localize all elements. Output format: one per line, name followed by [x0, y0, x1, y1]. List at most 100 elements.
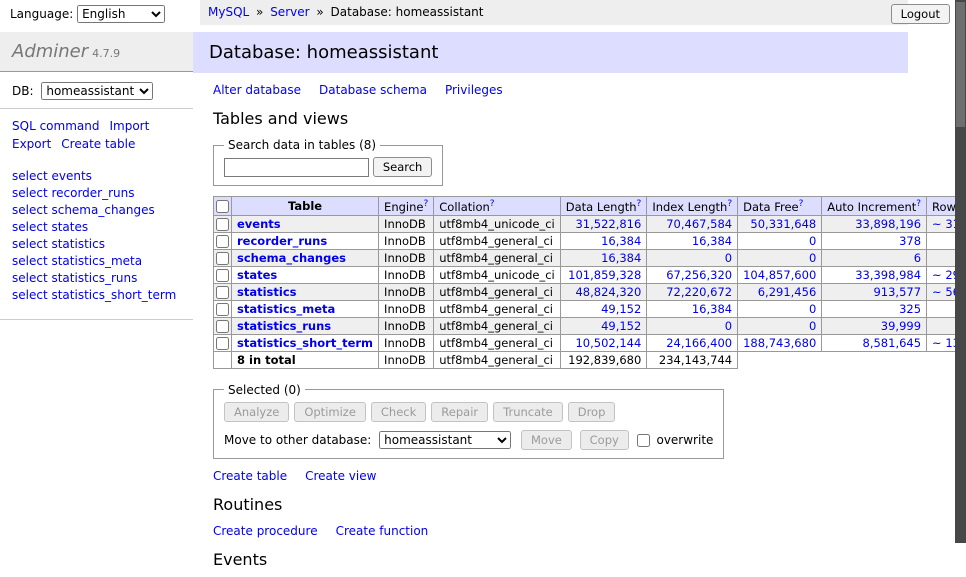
auto-increment-value-link[interactable]: 378 — [899, 234, 921, 248]
sidebar-action-import[interactable]: Import — [109, 119, 149, 133]
link-alter-database[interactable]: Alter database — [213, 83, 301, 97]
auto-increment-value-link[interactable]: 39,999 — [881, 319, 921, 333]
index-length-value-link[interactable]: 70,467,584 — [666, 217, 732, 231]
copy-button[interactable]: Copy — [580, 430, 629, 450]
bulk-analyze-button[interactable]: Analyze — [224, 402, 289, 422]
link-create-procedure[interactable]: Create procedure — [213, 524, 318, 538]
auto-increment-value-link[interactable]: 8,581,645 — [863, 336, 922, 350]
link-database-schema[interactable]: Database schema — [319, 83, 427, 97]
db-select[interactable]: homeassistant — [41, 82, 153, 100]
data-length-value-link[interactable]: 101,859,328 — [568, 268, 641, 282]
table-name-link-statistics[interactable]: statistics — [237, 285, 297, 299]
index-length-value-link[interactable]: 16,384 — [692, 234, 732, 248]
row-checkbox-statistics_runs[interactable] — [216, 320, 229, 333]
sidebar-action-sql-command[interactable]: SQL command — [12, 119, 99, 133]
bulk-drop-button[interactable]: Drop — [568, 402, 616, 422]
row-checkbox-events[interactable] — [216, 218, 229, 231]
data-free-value-link[interactable]: 50,331,648 — [750, 217, 816, 231]
sidebar-select-statistics-runs[interactable]: select statistics_runs — [12, 271, 137, 285]
link-create-table[interactable]: Create table — [213, 469, 287, 483]
overwrite-label[interactable]: overwrite — [656, 433, 713, 447]
row-checkbox-recorder_runs[interactable] — [216, 235, 229, 248]
sidebar-action-create-table[interactable]: Create table — [61, 137, 135, 151]
link-create-view[interactable]: Create view — [305, 469, 376, 483]
data-free-value-link[interactable]: 0 — [809, 302, 816, 316]
table-name-cell: statistics_meta — [232, 300, 379, 317]
bulk-check-button[interactable]: Check — [371, 402, 426, 422]
engine-cell: InnoDB — [379, 266, 434, 283]
index-length-value-link[interactable]: 0 — [725, 319, 732, 333]
sidebar-select-states[interactable]: select states — [12, 220, 88, 234]
sidebar-action-export[interactable]: Export — [12, 137, 51, 151]
sidebar-select-statistics[interactable]: select statistics — [12, 237, 105, 251]
index-length-value-link[interactable]: 0 — [725, 251, 732, 265]
table-name-link-schema_changes[interactable]: schema_changes — [237, 251, 346, 265]
sidebar-select-statistics-short-term[interactable]: select statistics_short_term — [12, 288, 176, 302]
table-name-cell: states — [232, 266, 379, 283]
data-length-value-link[interactable]: 49,152 — [601, 302, 641, 316]
help-link[interactable]: ? — [490, 199, 495, 209]
data-length-value-link[interactable]: 16,384 — [601, 234, 641, 248]
help-link[interactable]: ? — [916, 199, 921, 209]
data-length-value-link[interactable]: 10,502,144 — [575, 336, 641, 350]
data-free-value-link[interactable]: 0 — [809, 234, 816, 248]
help-link[interactable]: ? — [727, 199, 732, 209]
row-checkbox-schema_changes[interactable] — [216, 252, 229, 265]
data-length-value-link[interactable]: 48,824,320 — [575, 285, 641, 299]
logout-button[interactable]: Logout — [891, 4, 950, 24]
move-db-select[interactable]: homeassistant — [379, 431, 511, 449]
data-free-value-link[interactable]: 0 — [809, 251, 816, 265]
row-checkbox-statistics_short_term[interactable] — [216, 337, 229, 350]
data-length-value-link[interactable]: 16,384 — [601, 251, 641, 265]
select-all-checkbox[interactable] — [216, 200, 229, 213]
bulk-repair-button[interactable]: Repair — [431, 402, 488, 422]
table-name-link-states[interactable]: states — [237, 268, 277, 282]
language-control: Language: English — [10, 5, 165, 23]
scrollbar-thumb[interactable] — [956, 2, 965, 127]
column-header-index-length: Index Length? — [647, 197, 738, 216]
auto-increment-value-link[interactable]: 6 — [914, 251, 921, 265]
overwrite-checkbox[interactable] — [637, 434, 650, 447]
table-name-link-statistics_runs[interactable]: statistics_runs — [237, 319, 331, 333]
data-length-value-link[interactable]: 49,152 — [601, 319, 641, 333]
scrollbar[interactable] — [955, 0, 966, 543]
bulk-optimize-button[interactable]: Optimize — [294, 402, 366, 422]
row-checkbox-statistics[interactable] — [216, 286, 229, 299]
table-row-states: statesInnoDButf8mb4_unicode_ci101,859,32… — [214, 266, 966, 283]
index-length-value-link[interactable]: 24,166,400 — [666, 336, 732, 350]
data-free-value-link[interactable]: 6,291,456 — [758, 285, 817, 299]
index-length-value-link[interactable]: 16,384 — [692, 302, 732, 316]
table-name-link-recorder_runs[interactable]: recorder_runs — [237, 234, 327, 248]
breadcrumb-item-server[interactable]: Server — [270, 5, 309, 19]
data-free-value-link[interactable]: 104,857,600 — [743, 268, 816, 282]
index-length-value-link[interactable]: 72,220,672 — [666, 285, 732, 299]
bulk-truncate-button[interactable]: Truncate — [493, 402, 563, 422]
data-free-value-link[interactable]: 188,743,680 — [743, 336, 816, 350]
sidebar-select-recorder-runs[interactable]: select recorder_runs — [12, 186, 135, 200]
row-checkbox-states[interactable] — [216, 269, 229, 282]
auto-increment-value-link[interactable]: 325 — [899, 302, 921, 316]
help-link[interactable]: ? — [423, 199, 428, 209]
data-length-value-link[interactable]: 31,522,816 — [575, 217, 641, 231]
table-name-link-statistics_short_term[interactable]: statistics_short_term — [237, 336, 373, 350]
breadcrumb-item-mysql[interactable]: MySQL — [208, 5, 249, 19]
search-input[interactable] — [224, 158, 369, 177]
index-length-value-link[interactable]: 67,256,320 — [666, 268, 732, 282]
sidebar-select-events[interactable]: select events — [12, 169, 92, 183]
auto-increment-value-link[interactable]: 33,898,196 — [855, 217, 921, 231]
data-free-value-link[interactable]: 0 — [809, 319, 816, 333]
help-link[interactable]: ? — [799, 199, 804, 209]
sidebar-select-statistics-meta[interactable]: select statistics_meta — [12, 254, 142, 268]
search-button[interactable]: Search — [373, 157, 433, 177]
sidebar-select-schema-changes[interactable]: select schema_changes — [12, 203, 155, 217]
row-checkbox-statistics_meta[interactable] — [216, 303, 229, 316]
auto-increment-value-link[interactable]: 33,398,984 — [855, 268, 921, 282]
auto-increment-value-link[interactable]: 913,577 — [873, 285, 921, 299]
language-select[interactable]: English — [77, 5, 165, 23]
move-button[interactable]: Move — [521, 430, 572, 450]
help-link[interactable]: ? — [637, 199, 642, 209]
table-name-link-statistics_meta[interactable]: statistics_meta — [237, 302, 335, 316]
table-name-link-events[interactable]: events — [237, 217, 281, 231]
link-privileges[interactable]: Privileges — [445, 83, 503, 97]
link-create-function[interactable]: Create function — [336, 524, 429, 538]
